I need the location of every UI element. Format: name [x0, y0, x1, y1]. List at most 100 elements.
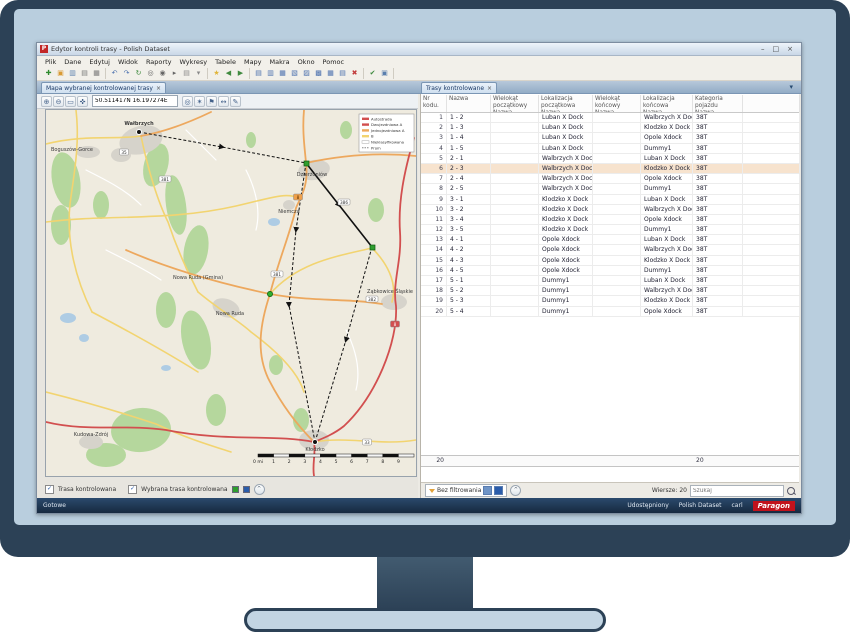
settings-icon[interactable]: ▣ — [379, 68, 390, 79]
zoom-window-icon[interactable]: ▭ — [65, 96, 76, 107]
table-row[interactable]: 113 - 4Klodzko X DockOpole Xdock38T — [421, 215, 799, 225]
table-view-6-icon[interactable]: ▩ — [313, 68, 324, 79]
delete-icon[interactable]: ✖ — [349, 68, 360, 79]
open-folder-icon[interactable]: ▣ — [55, 68, 66, 79]
close-icon[interactable]: × — [487, 85, 492, 92]
layers-icon[interactable]: ▤ — [181, 68, 192, 79]
menu-item-pomoc[interactable]: Pomoc — [319, 58, 349, 66]
menu-item-tabele[interactable]: Tabele — [211, 58, 240, 66]
pan-icon[interactable]: ✜ — [77, 96, 88, 107]
table-row[interactable]: 82 - 5Walbrzych X DockDummy138T — [421, 184, 799, 194]
filter-dropdown[interactable]: Bez filtrowania — [425, 484, 507, 497]
print-preview-icon[interactable]: ▦ — [91, 68, 102, 79]
chevron-down-icon[interactable]: ▾ — [789, 83, 793, 91]
menu-item-plik[interactable]: Plik — [41, 58, 60, 66]
tab-table[interactable]: Trasy kontrolowane × — [421, 82, 497, 93]
table-row[interactable]: 72 - 4Walbrzych X DockOpole Xdock38T — [421, 174, 799, 184]
table-view-1-icon[interactable]: ▤ — [253, 68, 264, 79]
maximize-button[interactable]: □ — [773, 45, 780, 53]
new-icon[interactable]: ✚ — [43, 68, 54, 79]
menu-item-edytuj[interactable]: Edytuj — [85, 58, 114, 66]
table-cell: Dummy1 — [641, 144, 693, 153]
compass-star-icon[interactable]: ✶ — [194, 96, 205, 107]
legend-item-label: Dwujezdniowa A — [371, 122, 403, 127]
nav-back-icon[interactable]: ◀ — [223, 68, 234, 79]
table-row[interactable]: 195 - 3Dummy1Klodzko X Dock38T — [421, 296, 799, 306]
collapse-button[interactable]: ^ — [510, 485, 521, 496]
table-row[interactable]: 11 - 2Luban X DockWalbrzych X Dock38T — [421, 113, 799, 123]
minimize-button[interactable]: – — [761, 45, 765, 53]
close-button[interactable]: × — [787, 45, 793, 53]
favorites-star-icon[interactable]: ★ — [211, 68, 222, 79]
redo-icon[interactable]: ↷ — [121, 68, 132, 79]
filter-apply-button[interactable] — [494, 486, 503, 495]
table-row[interactable]: 175 - 1Dummy1Luban X Dock38T — [421, 276, 799, 286]
menu-item-okno[interactable]: Okno — [294, 58, 319, 66]
tab-map[interactable]: Mapa wybranej kontrolowanej trasy × — [41, 82, 166, 93]
table-view-8-icon[interactable]: ▤ — [337, 68, 348, 79]
table-row[interactable]: 164 - 5Opole XdockDummy138T — [421, 266, 799, 276]
table-row[interactable]: 93 - 1Klodzko X DockLuban X Dock38T — [421, 195, 799, 205]
column-header-5[interactable]: Wielokąt końcowyNazwa — [593, 95, 641, 112]
route-color-swatch[interactable] — [232, 486, 239, 493]
table-row[interactable]: 62 - 3Walbrzych X DockKlodzko X Dock38T — [421, 164, 799, 174]
table-row[interactable]: 154 - 3Opole XdockKlodzko X Dock38T — [421, 256, 799, 266]
coordinate-input[interactable] — [92, 95, 178, 107]
checkbox-trasa-kontrolowana[interactable]: ✓ — [45, 485, 54, 494]
more-options-icon[interactable]: ▾ — [193, 68, 204, 79]
collapse-button[interactable]: ^ — [254, 484, 265, 495]
menu-item-widok[interactable]: Widok — [114, 58, 142, 66]
table-view-7-icon[interactable]: ▦ — [325, 68, 336, 79]
draw-pencil-icon[interactable]: ✎ — [230, 96, 241, 107]
map-canvas[interactable]: WałbrzychBoguszów-GorceDzierżoniówNiemcz… — [45, 109, 417, 477]
title-bar[interactable]: P Edytor kontroli trasy - Polish Dataset… — [37, 43, 801, 56]
column-header-2[interactable]: Nazwa — [447, 95, 491, 112]
print-icon[interactable]: ▤ — [79, 68, 90, 79]
table-view-5-icon[interactable]: ▨ — [301, 68, 312, 79]
table-row[interactable]: 21 - 3Luban X DockKlodzko X Dock38T — [421, 123, 799, 133]
table-row[interactable]: 103 - 2Klodzko X DockWalbrzych X Dock38T — [421, 205, 799, 215]
column-header-1[interactable]: Nr kodu. — [421, 95, 447, 112]
refresh-icon[interactable]: ↻ — [133, 68, 144, 79]
find-icon[interactable]: ◎ — [145, 68, 156, 79]
flag-icon[interactable]: ⚑ — [206, 96, 217, 107]
table-row[interactable]: 185 - 2Dummy1Walbrzych X Dock38T — [421, 286, 799, 296]
selected-route-color-swatch[interactable] — [243, 486, 250, 493]
column-header-4[interactable]: Lokalizacja początkowaNazwa — [539, 95, 593, 112]
search-input[interactable] — [690, 485, 784, 497]
table-row[interactable]: 123 - 5Klodzko X DockDummy138T — [421, 225, 799, 235]
find-next-icon[interactable]: ▸ — [169, 68, 180, 79]
undo-icon[interactable]: ↶ — [109, 68, 120, 79]
table-row[interactable]: 52 - 1Walbrzych X DockLuban X Dock38T — [421, 154, 799, 164]
save-icon[interactable]: ▥ — [67, 68, 78, 79]
table-row[interactable]: 31 - 4Luban X DockOpole Xdock38T — [421, 133, 799, 143]
table-row[interactable]: 205 - 4Dummy1Opole Xdock38T — [421, 307, 799, 317]
filter-edit-button[interactable] — [483, 486, 492, 495]
table-row[interactable]: 144 - 2Opole XdockWalbrzych X Dock38T — [421, 245, 799, 255]
table-row[interactable]: 134 - 1Opole XdockLuban X Dock38T — [421, 235, 799, 245]
measure-icon[interactable]: ↔ — [218, 96, 229, 107]
column-header-6[interactable]: Lokalizacja końcowaNazwa — [641, 95, 693, 112]
binoculars-icon[interactable]: ◉ — [157, 68, 168, 79]
column-header-3[interactable]: Wielokąt początkowyNazwa — [491, 95, 539, 112]
nav-forward-icon[interactable]: ▶ — [235, 68, 246, 79]
menu-item-makra[interactable]: Makra — [266, 58, 294, 66]
close-icon[interactable]: × — [156, 85, 161, 92]
column-header-8[interactable] — [743, 95, 800, 112]
zoom-in-icon[interactable]: ⊕ — [41, 96, 52, 107]
map-city-labels: WałbrzychBoguszów-GorceDzierżoniówNiemcz… — [51, 121, 413, 453]
table-view-4-icon[interactable]: ▧ — [289, 68, 300, 79]
table-view-3-icon[interactable]: ▦ — [277, 68, 288, 79]
menu-item-mapy[interactable]: Mapy — [240, 58, 266, 66]
zoom-out-icon[interactable]: ⊖ — [53, 96, 64, 107]
locate-icon[interactable]: ◎ — [182, 96, 193, 107]
menu-item-raporty[interactable]: Raporty — [142, 58, 176, 66]
menu-item-dane[interactable]: Dane — [60, 58, 85, 66]
menu-item-wykresy[interactable]: Wykresy — [175, 58, 211, 66]
search-icon[interactable] — [787, 487, 795, 495]
column-header-7[interactable]: Kategoria pojazduNazwa — [693, 95, 743, 112]
table-view-2-icon[interactable]: ▥ — [265, 68, 276, 79]
apply-check-icon[interactable]: ✔ — [367, 68, 378, 79]
checkbox-wybrana-trasa[interactable]: ✓ — [128, 485, 137, 494]
table-row[interactable]: 41 - 5Luban X DockDummy138T — [421, 144, 799, 154]
